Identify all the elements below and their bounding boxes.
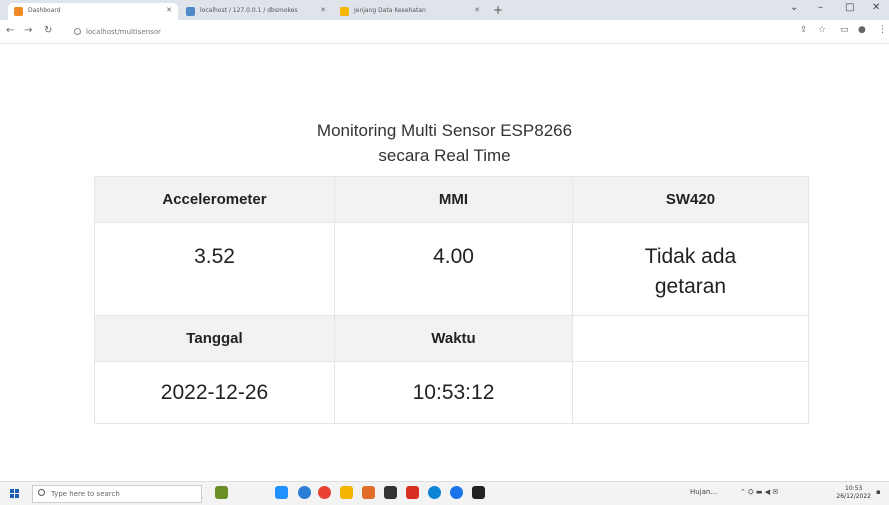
- tab-data-kesehatan[interactable]: Jenjang Data Kesehatan ✕: [334, 3, 486, 20]
- search-placeholder: Type here to search: [51, 490, 120, 498]
- mmi-header: MMI: [334, 176, 573, 223]
- app-blue-icon[interactable]: [428, 486, 441, 499]
- page-title: Monitoring Multi Sensor ESP8266: [316, 121, 573, 140]
- data-favicon-icon: [340, 7, 349, 16]
- search-icon: [38, 489, 45, 496]
- close-tab-icon[interactable]: ✕: [166, 6, 172, 14]
- app-red-icon[interactable]: [406, 486, 419, 499]
- tanggal-value: 2022-12-26: [94, 361, 335, 424]
- table-row: 2022-12-26 10:53:12: [94, 361, 809, 424]
- mmi-value: 4.00: [334, 222, 573, 316]
- chevron-down-icon[interactable]: ⌄: [790, 2, 798, 13]
- app-circle-icon[interactable]: [450, 486, 463, 499]
- sidebar-icon[interactable]: ▭: [840, 25, 849, 35]
- tab-label: localhost / 127.0.0.1 / dbsmokes: [200, 7, 298, 14]
- dashboard-favicon-icon: [14, 7, 23, 16]
- store-icon[interactable]: [362, 486, 375, 499]
- weather-tray-text[interactable]: Hujan...: [690, 488, 717, 496]
- tab-phpmyadmin[interactable]: localhost / 127.0.0.1 / dbsmokes ✕: [180, 3, 332, 20]
- notification-icon[interactable]: ▪: [876, 488, 881, 496]
- tanggal-header: Tanggal: [94, 315, 335, 362]
- phpmyadmin-favicon-icon: [186, 7, 195, 16]
- clock-time: 10:53: [845, 485, 863, 492]
- accelerometer-header: Accelerometer: [94, 176, 335, 223]
- empty-cell: [572, 361, 809, 424]
- site-info-icon[interactable]: [74, 28, 81, 35]
- windows-taskbar: Type here to search Hujan... ⌃ ⛭ ▬ ◀ ✉ 1…: [0, 481, 889, 505]
- accelerometer-value: 3.52: [94, 222, 335, 316]
- back-arrow-icon[interactable]: ←: [6, 25, 14, 36]
- forward-arrow-icon[interactable]: →: [24, 25, 32, 36]
- tab-dashboard[interactable]: Dashboard ✕: [8, 3, 178, 20]
- file-explorer-icon[interactable]: [340, 486, 353, 499]
- menu-dots-icon[interactable]: ⋮: [878, 25, 887, 35]
- maximize-icon[interactable]: □: [845, 2, 854, 13]
- browser-tab-bar: Dashboard ✕ localhost / 127.0.0.1 / dbsm…: [0, 0, 889, 20]
- url-text: localhost/multisensor: [86, 28, 161, 36]
- table-row: Accelerometer MMI SW420: [94, 176, 809, 223]
- chrome-browser-icon[interactable]: [318, 486, 331, 499]
- system-tray-icons[interactable]: ⌃ ⛭ ▬ ◀ ✉: [740, 488, 778, 497]
- minimize-icon[interactable]: –: [818, 2, 823, 13]
- close-tab-icon[interactable]: ✕: [474, 6, 480, 14]
- task-view-icon[interactable]: [275, 486, 288, 499]
- page-subtitle: secara Real Time: [378, 146, 511, 165]
- new-tab-button[interactable]: +: [493, 3, 503, 17]
- taskbar-search-input[interactable]: Type here to search: [32, 485, 202, 503]
- share-icon[interactable]: ⇪: [800, 25, 808, 35]
- taskbar-clock[interactable]: 10:53 26/12/2022: [836, 485, 871, 501]
- clock-date: 26/12/2022: [836, 493, 871, 500]
- terminal-icon[interactable]: [472, 486, 485, 499]
- browser-address-bar: ← → ↻ localhost/multisensor ⇪ ☆ ▭ ● ⋮: [0, 20, 889, 44]
- close-tab-icon[interactable]: ✕: [320, 6, 326, 14]
- waktu-header: Waktu: [334, 315, 573, 362]
- tab-label: Dashboard: [28, 7, 61, 14]
- weather-widget-icon[interactable]: [215, 486, 228, 499]
- reload-icon[interactable]: ↻: [44, 25, 52, 36]
- waktu-value: 10:53:12: [334, 361, 573, 424]
- table-row: 3.52 4.00 Tidak ada getaran: [94, 222, 809, 316]
- sw420-header: SW420: [572, 176, 809, 223]
- edge-browser-icon[interactable]: [298, 486, 311, 499]
- sw420-value: Tidak ada getaran: [572, 222, 809, 316]
- windows-start-icon[interactable]: [10, 489, 20, 499]
- sensor-table: Accelerometer MMI SW420 3.52 4.00 Tidak …: [94, 176, 809, 424]
- app-icon[interactable]: [384, 486, 397, 499]
- sw420-value-text: Tidak ada getaran: [644, 245, 737, 298]
- profile-avatar-icon[interactable]: ●: [858, 25, 866, 35]
- tab-label: Jenjang Data Kesehatan: [354, 7, 426, 14]
- bookmark-star-icon[interactable]: ☆: [818, 25, 826, 35]
- close-window-icon[interactable]: ✕: [872, 2, 880, 13]
- empty-cell: [572, 315, 809, 362]
- table-row: Tanggal Waktu: [94, 315, 809, 362]
- url-input[interactable]: localhost/multisensor: [72, 25, 842, 39]
